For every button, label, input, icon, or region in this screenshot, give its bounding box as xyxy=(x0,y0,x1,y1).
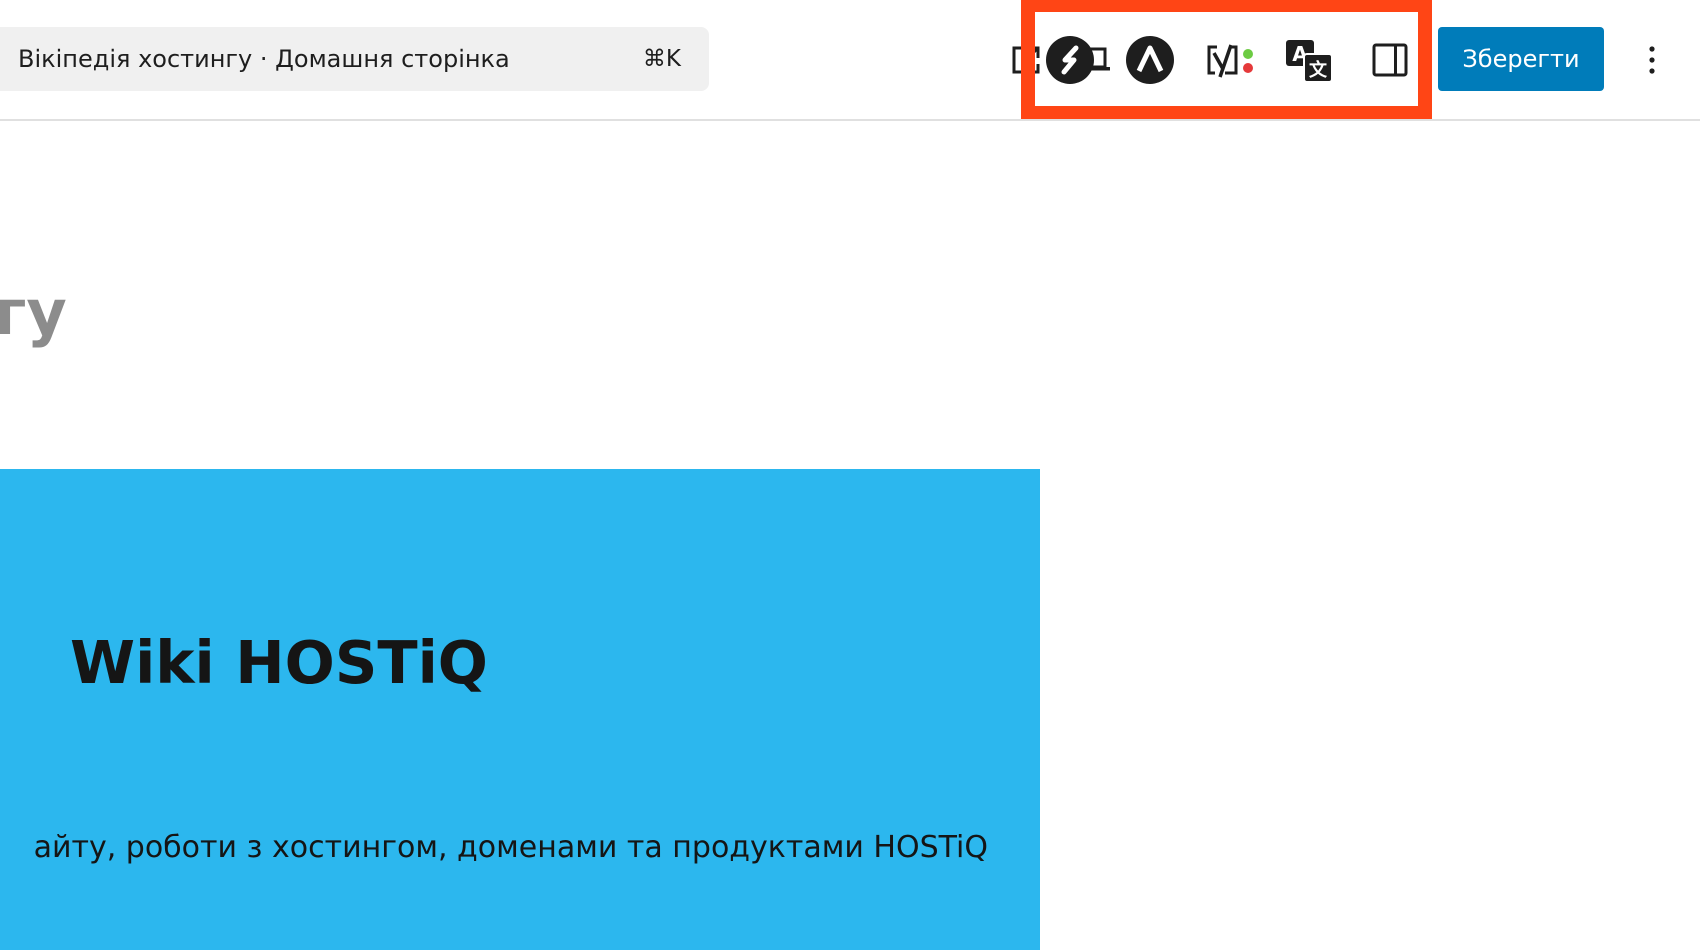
hero-title[interactable]: Wiki HOSTiQ xyxy=(70,633,488,692)
keyboard-shortcut: ⌘K xyxy=(642,46,681,72)
editor-top-toolbar: Вікіпедія хостингу · Домашня сторінка ⌘K xyxy=(0,0,1700,121)
options-menu-button[interactable] xyxy=(1624,32,1680,88)
document-title: Вікіпедія хостингу · Домашня сторінка xyxy=(18,45,510,73)
command-palette-bar[interactable]: Вікіпедія хостингу · Домашня сторінка ⌘K xyxy=(0,27,709,91)
save-button[interactable]: Зберегти xyxy=(1438,27,1604,91)
page-heading-fragment[interactable]: гу xyxy=(0,282,67,344)
hero-description[interactable]: айту, роботи з хостингом, доменами та пр… xyxy=(34,833,988,863)
plugins-highlight-frame xyxy=(1021,0,1432,119)
hero-cover-block[interactable]: Wiki HOSTiQ айту, роботи з хостингом, до… xyxy=(0,469,1040,950)
more-vertical-icon xyxy=(1649,46,1655,74)
editor-page: Вікіпедія хостингу · Домашня сторінка ⌘K xyxy=(0,0,1700,950)
